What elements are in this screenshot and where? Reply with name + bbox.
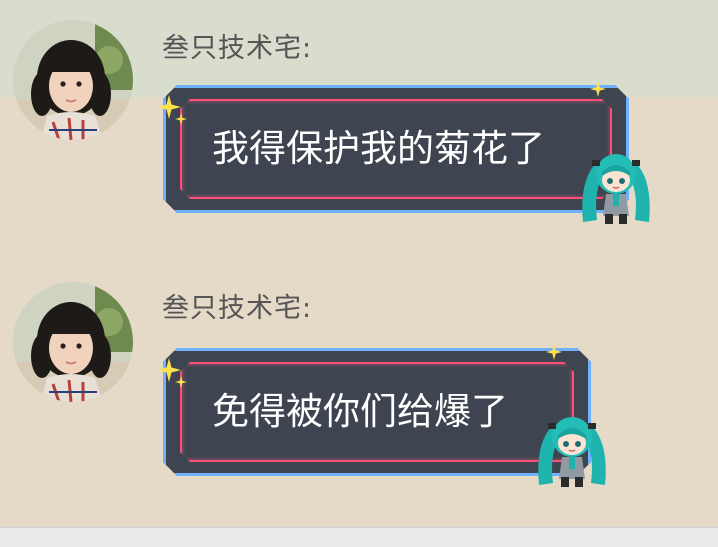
sender-name: 叁只技术宅: xyxy=(162,33,313,64)
avatar[interactable] xyxy=(13,20,133,140)
chat-screen: 叁只技术宅: 我得保护我的菊花了 叁只技术宅: 免得被你们给爆了 xyxy=(0,0,718,547)
chat-message: 叁只技术宅: 免得被你们给爆了 xyxy=(0,255,718,515)
bubble-inner-frame: 我得保护我的菊花了 xyxy=(180,99,612,199)
message-bubble[interactable]: 免得被你们给爆了 xyxy=(157,344,591,476)
message-text: 免得被你们给爆了 xyxy=(212,390,508,433)
avatar-photo xyxy=(13,20,133,140)
avatar-photo xyxy=(13,282,133,402)
sparkle-icon xyxy=(590,81,606,97)
chat-message: 叁只技术宅: 我得保护我的菊花了 xyxy=(0,0,718,260)
bubble-inner-frame: 免得被你们给爆了 xyxy=(180,362,574,462)
avatar[interactable] xyxy=(13,282,133,402)
miku-sticker-icon xyxy=(582,154,650,224)
sparkle-icon xyxy=(546,344,562,360)
bubble-frame: 我得保护我的菊花了 xyxy=(163,85,629,213)
sender-name: 叁只技术宅: xyxy=(162,293,313,324)
sparkle-icon xyxy=(175,113,187,125)
miku-sticker-icon xyxy=(538,417,606,487)
sparkle-icon xyxy=(175,376,187,388)
input-bar[interactable] xyxy=(0,527,718,547)
message-bubble[interactable]: 我得保护我的菊花了 xyxy=(157,81,629,213)
message-text: 我得保护我的菊花了 xyxy=(212,127,545,170)
bubble-frame: 免得被你们给爆了 xyxy=(163,348,591,476)
